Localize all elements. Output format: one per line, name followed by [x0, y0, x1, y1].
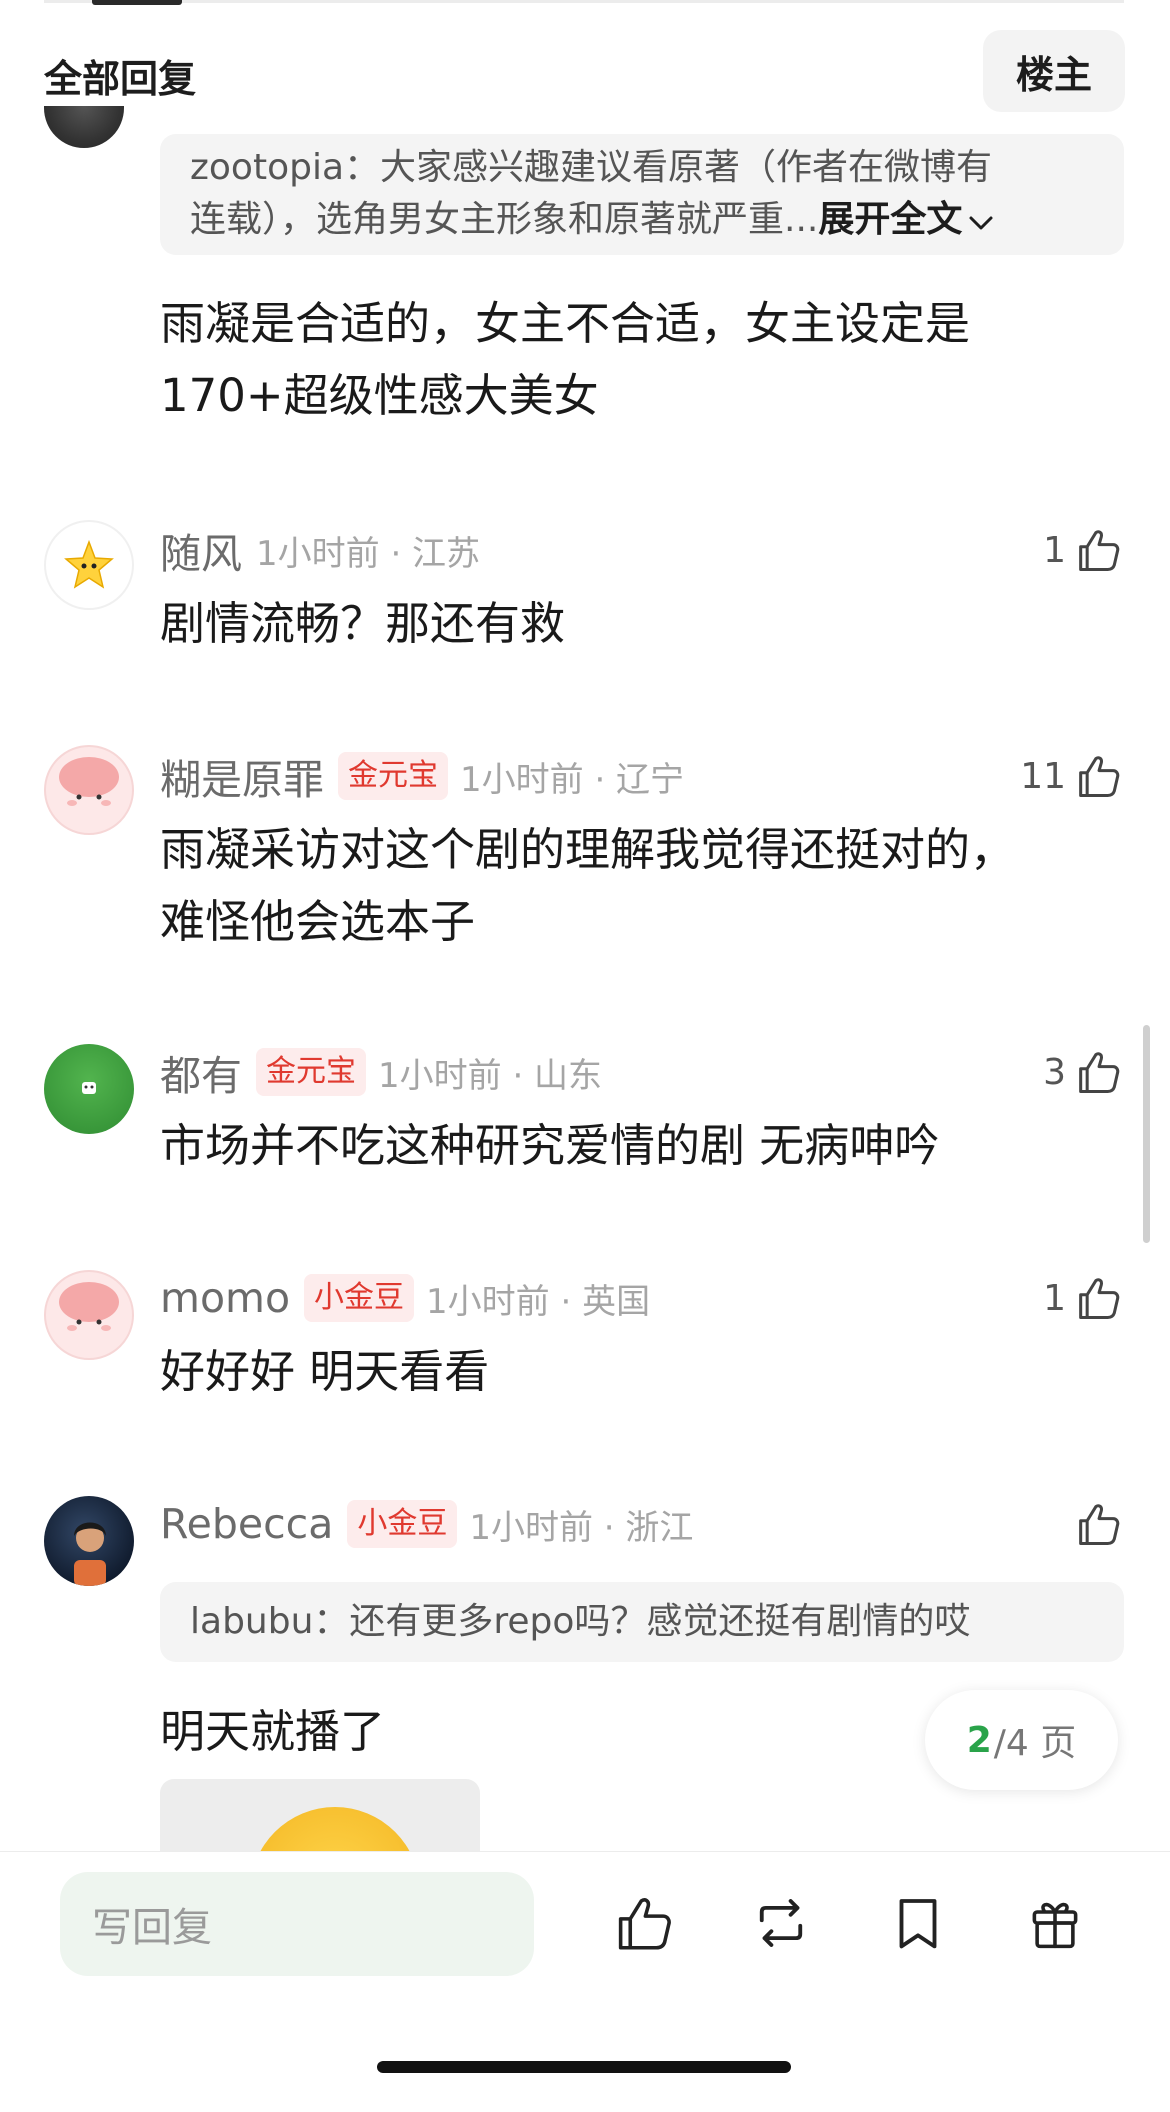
- emoji-image: [250, 1807, 420, 1851]
- avatar[interactable]: [44, 520, 134, 610]
- top-divider: [44, 0, 1124, 3]
- comment-text: 剧情流畅？那还有救: [160, 597, 566, 650]
- thumbs-up-icon: [1072, 524, 1124, 576]
- time-location: 1小时前 · 辽宁: [460, 759, 685, 800]
- total-pages: /4 页: [993, 1723, 1077, 1764]
- gift-icon[interactable]: [1022, 1890, 1088, 1956]
- quote-line: labubu：还有更多repo吗？感觉还挺有剧情的哎: [190, 1601, 971, 1642]
- username[interactable]: 糊是原罪: [160, 746, 324, 806]
- comment-meta: Rebecca 小金豆 1小时前 · 浙江: [160, 1494, 693, 1554]
- time-location: 1小时前 · 江苏: [256, 533, 481, 574]
- star-avatar-icon: [64, 539, 114, 589]
- home-indicator[interactable]: [377, 2061, 791, 2073]
- current-page: 2: [966, 1719, 992, 1761]
- comment-text: 好好好 明天看看: [160, 1345, 490, 1398]
- username[interactable]: momo: [160, 1274, 290, 1322]
- avatar[interactable]: [44, 1270, 134, 1360]
- like-count: 1: [1043, 1277, 1066, 1319]
- time-location: 1小时前 · 浙江: [469, 1507, 694, 1548]
- user-badge: 小金豆: [347, 1500, 458, 1548]
- comment-meta: 糊是原罪 金元宝 1小时前 · 辽宁: [160, 746, 684, 806]
- like-count: 3: [1043, 1051, 1066, 1093]
- repost-icon[interactable]: [748, 1890, 814, 1956]
- page-title: 全部回复: [44, 57, 197, 101]
- like-button[interactable]: [1072, 1494, 1124, 1554]
- thumbs-up-icon[interactable]: [611, 1890, 677, 1956]
- thumbs-up-icon: [1072, 1498, 1124, 1550]
- time-location: 1小时前 · 英国: [426, 1281, 651, 1322]
- page-indicator[interactable]: 2 /4 页: [925, 1690, 1118, 1790]
- like-button[interactable]: 3: [1043, 1042, 1124, 1102]
- tab-indicator: [92, 0, 182, 5]
- like-button[interactable]: 1: [1043, 520, 1124, 580]
- comment-text: 市场并不吃这种研究爱情的剧 无病呻吟: [160, 1119, 940, 1172]
- comment-meta: momo 小金豆 1小时前 · 英国: [160, 1268, 650, 1328]
- like-button[interactable]: 11: [1020, 746, 1124, 806]
- user-badge: 小金豆: [304, 1274, 415, 1322]
- avatar[interactable]: [44, 106, 124, 148]
- scrollbar[interactable]: [1143, 1025, 1150, 1243]
- thumbs-up-icon: [1072, 1272, 1124, 1324]
- username[interactable]: 随风: [160, 520, 242, 580]
- comment-meta: 随风 1小时前 · 江苏: [160, 520, 480, 580]
- quoted-comment[interactable]: labubu：还有更多repo吗？感觉还挺有剧情的哎: [160, 1582, 1124, 1662]
- username[interactable]: 都有: [160, 1042, 242, 1102]
- like-count: 1: [1043, 529, 1066, 571]
- thumbs-up-icon: [1072, 750, 1124, 802]
- avatar[interactable]: [44, 1496, 134, 1586]
- bookmark-icon[interactable]: [885, 1890, 951, 1956]
- comment-text: 明天就播了: [160, 1705, 386, 1758]
- thumbs-up-icon: [1072, 1046, 1124, 1098]
- chevron-down-icon: [968, 195, 994, 247]
- like-button[interactable]: 1: [1043, 1268, 1124, 1328]
- quote-line: 连载），选角男女主形象和原著就严重...: [190, 199, 819, 240]
- user-badge: 金元宝: [256, 1048, 366, 1096]
- quote-line: zootopia：大家感兴趣建议看原著（作者在微博有: [190, 147, 993, 188]
- reply-input[interactable]: 写回复: [60, 1872, 534, 1976]
- avatar[interactable]: [44, 745, 134, 835]
- comment-text: 雨凝采访对这个剧的理解我觉得还挺对的， 难怪他会选本子: [160, 823, 1016, 948]
- avatar[interactable]: [44, 1044, 134, 1134]
- like-count: 11: [1020, 755, 1066, 797]
- user-badge: 金元宝: [338, 752, 448, 800]
- comment-text: 雨凝是合适的，女主不合适，女主设定是 170+超级性感大美女: [160, 297, 971, 422]
- comment-meta: 都有 金元宝 1小时前 · 山东: [160, 1042, 602, 1102]
- username[interactable]: Rebecca: [160, 1500, 333, 1548]
- time-location: 1小时前 · 山东: [378, 1055, 603, 1096]
- expand-full-text-link[interactable]: 展开全文: [818, 199, 994, 240]
- host-only-button[interactable]: 楼主: [983, 30, 1125, 112]
- quoted-comment[interactable]: zootopia：大家感兴趣建议看原著（作者在微博有 连载），选角男女主形象和原…: [160, 134, 1124, 255]
- comment-image[interactable]: [160, 1779, 480, 1851]
